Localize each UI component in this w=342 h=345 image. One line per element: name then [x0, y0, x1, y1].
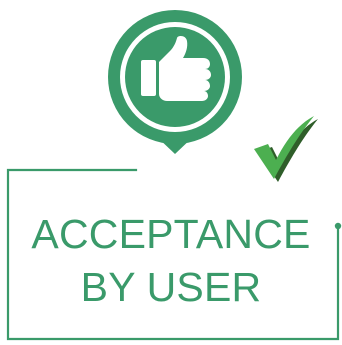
checkmark-icon: [254, 116, 318, 182]
acceptance-badge: ACCEPTANCE BY USER: [0, 0, 342, 345]
caption-line-by-user: BY USER: [80, 264, 262, 310]
caption-line-acceptance: ACCEPTANCE: [31, 211, 311, 257]
